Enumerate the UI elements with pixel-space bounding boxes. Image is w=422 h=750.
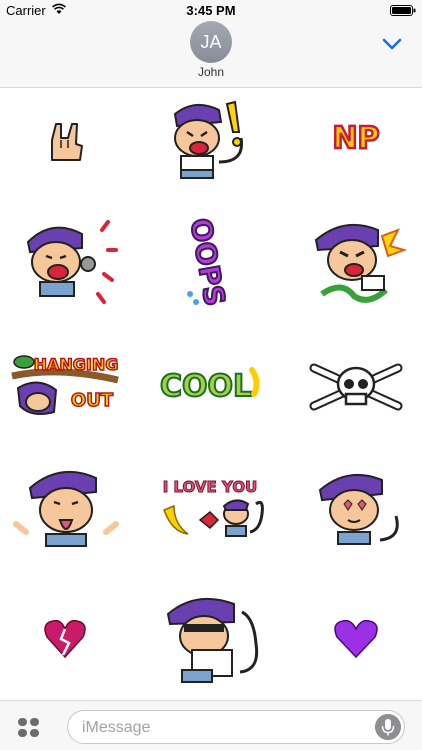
avatar-initials: JA <box>200 31 222 52</box>
out-text: OUT <box>71 390 114 411</box>
purple-heart-sticker[interactable] <box>330 616 382 662</box>
contact-name[interactable]: John <box>0 65 422 79</box>
monkey-shocked-sticker[interactable] <box>150 90 270 190</box>
monkey-angry-sticker[interactable] <box>300 208 412 314</box>
monkey-sad-sticker[interactable] <box>154 582 272 694</box>
rock-hand-sticker[interactable] <box>40 116 92 168</box>
i-love-you-text: I LOVE YOU <box>163 478 258 496</box>
app-drawer-icon[interactable] <box>17 716 41 740</box>
message-input[interactable]: iMessage <box>67 710 405 744</box>
hanging-text: HANGING <box>34 355 119 374</box>
cool-text-sticker[interactable]: COOL COOL <box>156 360 264 410</box>
clock: 3:45 PM <box>186 3 236 18</box>
hanging-out-sticker[interactable]: HANGING OUT <box>8 346 126 422</box>
message-input-bar: iMessage <box>0 700 422 750</box>
np-text: NP <box>332 121 379 156</box>
status-bar: Carrier 3:45 PM <box>0 0 422 20</box>
monkey-singing-sticker[interactable] <box>10 208 122 312</box>
monkey-tongue-sticker[interactable] <box>10 456 122 558</box>
skull-crossbones-sticker[interactable] <box>306 360 406 414</box>
oops-text-sticker[interactable]: OOPS OOPS <box>180 210 236 314</box>
monkey-heart-eyes-sticker[interactable] <box>306 458 410 558</box>
message-placeholder: iMessage <box>82 719 151 736</box>
conversation-header: Carrier 3:45 PM JA John <box>0 0 422 88</box>
cool-text: COOL <box>160 369 252 404</box>
broken-heart-sticker[interactable] <box>40 616 90 662</box>
np-text-sticker[interactable]: NP NP <box>326 112 386 162</box>
microphone-icon[interactable] <box>375 714 401 740</box>
chevron-down-icon[interactable] <box>382 37 402 51</box>
sticker-grid: NP NP OOPS OOPS HANGING OUT COOL COOL I … <box>0 88 422 700</box>
battery-icon <box>390 5 416 16</box>
i-love-you-sticker[interactable]: I LOVE YOU <box>152 474 270 542</box>
contact-avatar[interactable]: JA <box>190 21 232 63</box>
